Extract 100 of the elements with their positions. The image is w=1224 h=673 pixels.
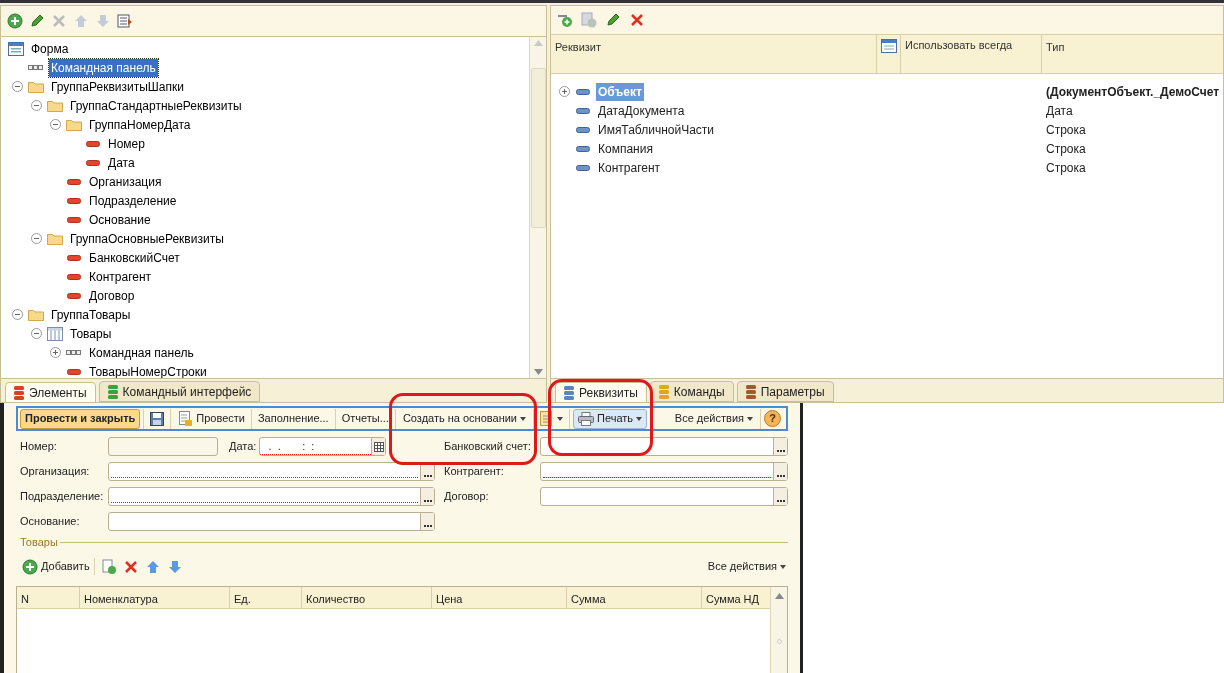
collapse-icon[interactable] <box>11 81 23 92</box>
panel-tab[interactable]: Элементы <box>5 382 96 403</box>
tree-item[interactable]: Форма <box>29 39 71 58</box>
tree-item[interactable]: БанковскийСчет <box>87 248 182 267</box>
caret-icon <box>520 416 526 421</box>
collapse-icon[interactable] <box>30 328 42 339</box>
column-header[interactable]: N <box>17 586 80 608</box>
field-icon <box>67 368 81 375</box>
add-icon <box>22 558 38 575</box>
scrollbar[interactable] <box>529 37 546 378</box>
tree-item[interactable]: ГруппаРеквизитыШапки <box>49 77 186 96</box>
form-icon <box>880 39 897 53</box>
attribute-type: Строка <box>1045 140 1086 158</box>
tree-item[interactable]: ГруппаОсновныеРеквизиты <box>68 229 226 248</box>
field-icon <box>67 216 81 223</box>
expand-icon[interactable] <box>559 86 570 97</box>
menu-button[interactable]: Все действия <box>707 558 788 575</box>
field-icon <box>67 254 81 261</box>
input-field[interactable] <box>108 512 435 531</box>
field-label: Организация: <box>20 464 91 480</box>
toolbar-button[interactable]: Отчеты... <box>338 408 392 429</box>
tree-item[interactable]: Дата <box>106 153 137 172</box>
tree-item[interactable]: ГруппаТовары <box>49 305 133 324</box>
panel-tab[interactable]: Параметры <box>736 381 834 402</box>
input-field[interactable] <box>540 462 788 481</box>
tree-item[interactable]: Основание <box>87 210 153 229</box>
add-button[interactable]: Добавить <box>22 558 95 575</box>
field-icon <box>67 273 81 280</box>
input-field[interactable] <box>108 487 435 506</box>
folder-icon <box>66 118 82 131</box>
field-label: Дата: <box>229 439 257 455</box>
field-icon <box>67 197 81 204</box>
menu-button[interactable]: Создать на основании <box>398 408 530 429</box>
tree-item[interactable]: Товары <box>68 324 114 343</box>
scrollbar[interactable] <box>770 586 787 673</box>
column-header[interactable]: Номенклатура <box>80 586 230 608</box>
input-field[interactable] <box>108 437 218 456</box>
delete-icon[interactable] <box>629 12 645 28</box>
tree-item[interactable]: Подразделение <box>87 191 179 210</box>
tree-item[interactable]: Номер <box>106 134 147 153</box>
tree-item[interactable]: ГруппаНомерДата <box>87 115 193 134</box>
collapse-icon[interactable] <box>11 309 23 320</box>
form-icon <box>8 41 24 56</box>
attribute-name[interactable]: ДатаДокумента <box>596 101 687 120</box>
add-icon[interactable] <box>7 13 23 29</box>
form-preview-icon[interactable] <box>117 13 133 29</box>
column-header[interactable]: Сумма НД <box>702 586 767 608</box>
menu-button[interactable]: Печать <box>573 408 648 429</box>
delete-icon[interactable] <box>122 558 139 575</box>
panel-tab[interactable]: Реквизиты <box>555 382 647 403</box>
panel-icon <box>66 348 82 357</box>
pencil-icon[interactable] <box>29 13 45 29</box>
input-field[interactable] <box>540 437 788 456</box>
field-label: Контрагент: <box>444 464 505 480</box>
attribute-type: Строка <box>1045 121 1086 139</box>
tree-item[interactable]: Организация <box>87 172 164 191</box>
column-header[interactable]: Ед. <box>230 586 302 608</box>
folder-icon <box>47 99 63 112</box>
add-attribute-icon[interactable] <box>557 12 573 28</box>
menu-button[interactable]: Все действия <box>670 408 757 429</box>
copy-icon[interactable] <box>100 558 117 575</box>
tree-item[interactable]: Договор <box>87 286 137 305</box>
scroll-up-icon[interactable] <box>774 592 784 599</box>
printer-icon <box>578 411 594 426</box>
collapse-icon[interactable] <box>49 119 61 130</box>
collapse-icon[interactable] <box>30 100 42 111</box>
panel-tab[interactable]: Команды <box>649 381 734 402</box>
field-icon <box>67 292 81 299</box>
menu-button[interactable] <box>537 408 566 429</box>
panel-tab[interactable]: Командный интерфейс <box>98 381 261 402</box>
attribute-name[interactable]: Компания <box>596 139 655 158</box>
document-icon <box>540 410 554 427</box>
collapse-icon[interactable] <box>30 233 42 244</box>
toolbar-button[interactable]: Заполнение... <box>254 408 332 429</box>
date-field[interactable]: . . : : <box>259 437 387 456</box>
input-field[interactable] <box>108 462 435 481</box>
column-header[interactable]: Реквизит <box>551 35 877 73</box>
tree-item[interactable]: ГруппаСтандартныеРеквизиты <box>68 96 244 115</box>
help-button[interactable]: ? <box>764 410 781 427</box>
column-header[interactable]: Сумма <box>567 586 702 608</box>
field-icon <box>67 178 81 185</box>
scroll-down-icon[interactable] <box>533 369 543 375</box>
column-header[interactable]: Цена <box>432 586 567 608</box>
pencil-icon[interactable] <box>605 12 621 28</box>
tree-item[interactable]: Командная панель <box>49 58 158 77</box>
tree-item[interactable]: ТоварыНомерСтроки <box>87 362 209 378</box>
post-and-close-button[interactable]: Провести и закрыть <box>20 408 141 429</box>
attribute-name[interactable]: ИмяТабличнойЧасти <box>596 120 716 139</box>
attribute-icon <box>576 107 590 114</box>
attribute-icon <box>576 126 590 133</box>
column-header[interactable]: Тип <box>1042 35 1223 73</box>
attribute-icon <box>576 145 590 152</box>
input-field[interactable] <box>540 487 788 506</box>
tree-item[interactable]: Контрагент <box>87 267 154 286</box>
column-header[interactable]: Количество <box>302 586 432 608</box>
column-header[interactable]: Использовать всегда <box>901 35 1042 73</box>
tree-item[interactable]: Командная панель <box>87 343 196 362</box>
expand-icon[interactable] <box>49 347 61 358</box>
attribute-name[interactable]: Контрагент <box>596 158 663 177</box>
toolbar-button[interactable]: Провести <box>174 408 248 429</box>
